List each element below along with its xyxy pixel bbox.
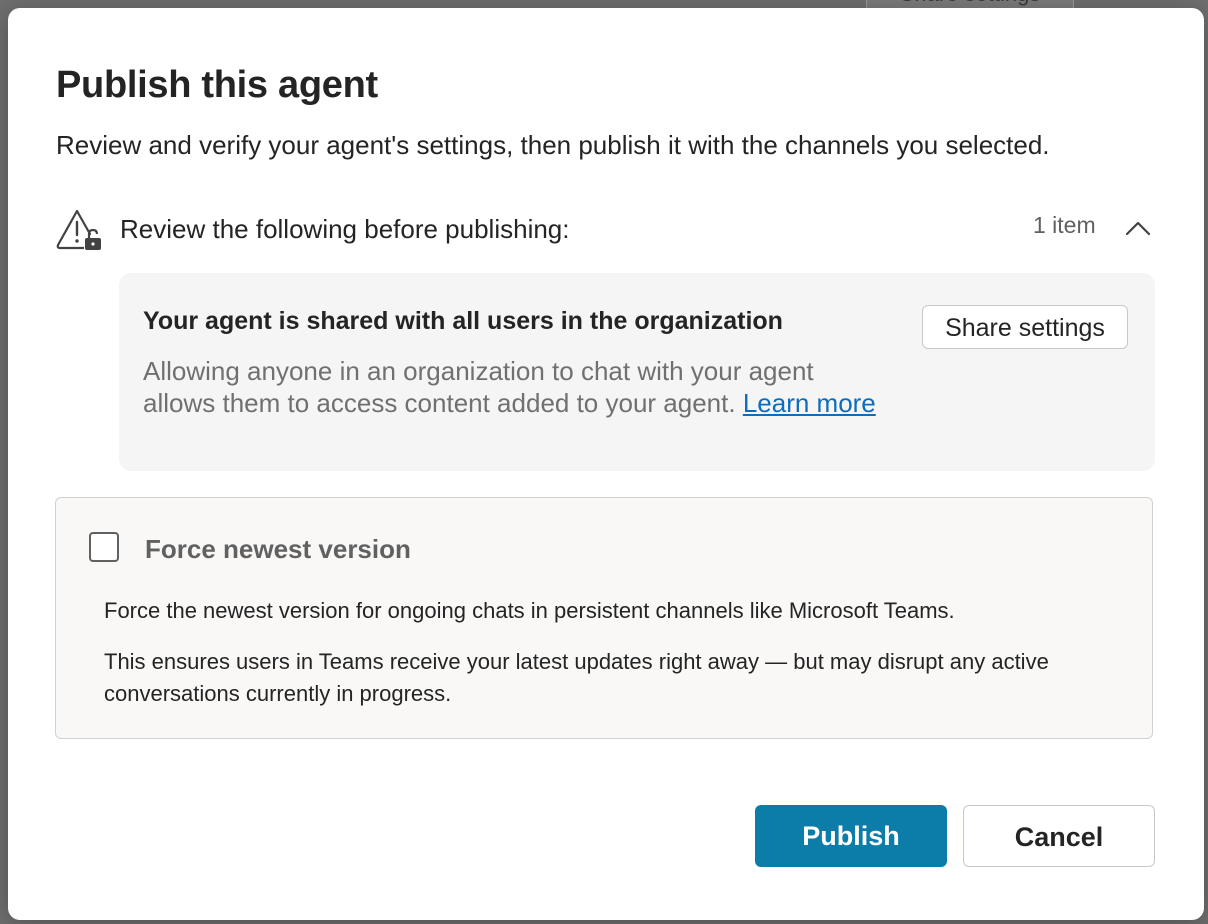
review-section-header[interactable]: Review the following before publishing: … xyxy=(56,204,1156,254)
learn-more-link[interactable]: Learn more xyxy=(743,388,876,418)
chevron-up-icon[interactable] xyxy=(1118,212,1158,244)
force-newest-version-panel: Force newest version Force the newest ve… xyxy=(55,497,1153,739)
sharing-notice-card: Your agent is shared with all users in t… xyxy=(119,273,1155,471)
publish-button[interactable]: Publish xyxy=(755,805,947,867)
review-count: 1 item xyxy=(1033,212,1096,238)
dialog-subtitle: Review and verify your agent's settings,… xyxy=(56,130,1050,160)
notice-body: Allowing anyone in an organization to ch… xyxy=(143,355,893,419)
share-settings-button[interactable]: Share settings xyxy=(922,305,1128,349)
publish-dialog: Publish this agent Review and verify you… xyxy=(8,8,1204,920)
warning-lock-icon xyxy=(56,209,101,250)
force-description-secondary: This ensures users in Teams receive your… xyxy=(104,649,1049,706)
review-label: Review the following before publishing: xyxy=(120,214,570,244)
notice-body-text: Allowing anyone in an organization to ch… xyxy=(143,356,814,418)
force-newest-version-checkbox[interactable] xyxy=(89,532,119,562)
cancel-button[interactable]: Cancel xyxy=(963,805,1155,867)
force-description-primary: Force the newest version for ongoing cha… xyxy=(104,598,955,623)
force-newest-version-label[interactable]: Force newest version xyxy=(145,534,411,565)
notice-title: Your agent is shared with all users in t… xyxy=(143,307,783,335)
dialog-title: Publish this agent xyxy=(56,64,378,106)
